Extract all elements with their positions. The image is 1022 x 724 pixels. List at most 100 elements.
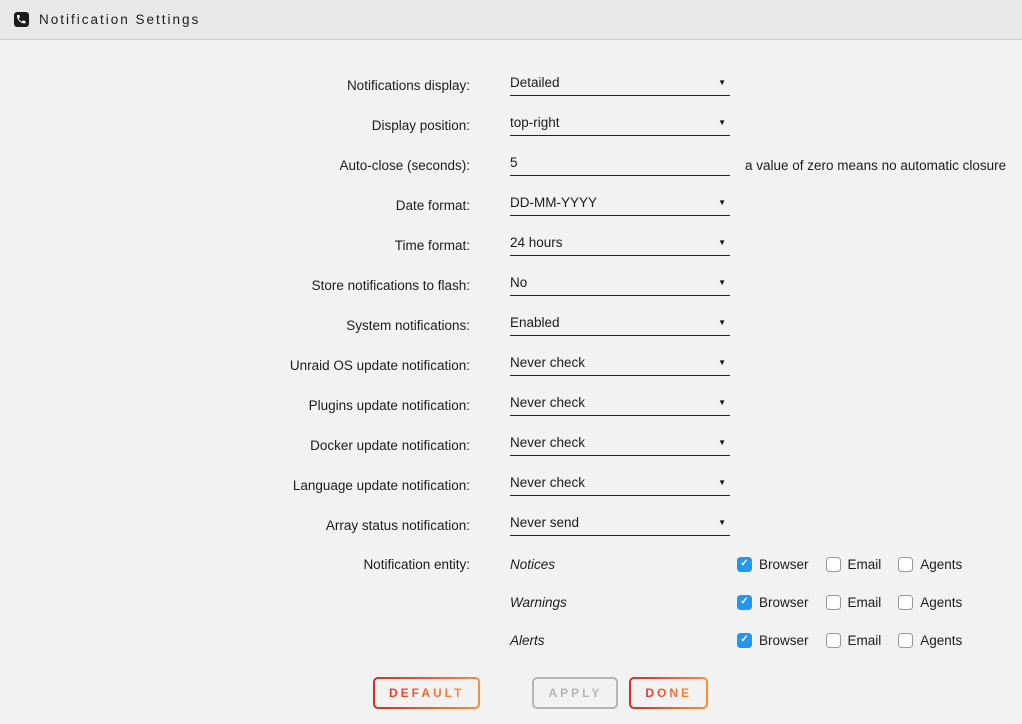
dropdown-arrow-icon: ▼ bbox=[718, 438, 726, 447]
checkbox-item: ✓ Browser bbox=[737, 557, 809, 572]
array-status-select[interactable]: Never send ▼ bbox=[510, 515, 730, 536]
alerts-checkbox-group: ✓ Browser ✓ Email ✓ Agents bbox=[737, 633, 962, 648]
checkbox-label: Agents bbox=[920, 633, 962, 648]
auto-close-help-text: a value of zero means no automatic closu… bbox=[745, 158, 1006, 173]
warnings-email-checkbox[interactable]: ✓ bbox=[826, 595, 841, 610]
date-format-select[interactable]: DD-MM-YYYY ▼ bbox=[510, 195, 730, 216]
alerts-email-checkbox[interactable]: ✓ bbox=[826, 633, 841, 648]
apply-button[interactable]: APPLY bbox=[532, 677, 618, 709]
entity-name: Notices bbox=[510, 557, 737, 572]
notices-email-checkbox[interactable]: ✓ bbox=[826, 557, 841, 572]
notices-browser-checkbox[interactable]: ✓ bbox=[737, 557, 752, 572]
row-docker-update-notification: Docker update notification: Never check … bbox=[0, 425, 1022, 465]
checkbox-item: ✓ Email bbox=[826, 633, 882, 648]
checkbox-label: Agents bbox=[920, 557, 962, 572]
checkbox-item: ✓ Browser bbox=[737, 633, 809, 648]
field-label: Unraid OS update notification: bbox=[0, 358, 470, 373]
warnings-browser-checkbox[interactable]: ✓ bbox=[737, 595, 752, 610]
store-to-flash-select[interactable]: No ▼ bbox=[510, 275, 730, 296]
dropdown-arrow-icon: ▼ bbox=[718, 318, 726, 327]
page-title: Notification Settings bbox=[39, 12, 200, 27]
done-button[interactable]: DONE bbox=[629, 677, 708, 709]
checkbox-label: Email bbox=[848, 633, 882, 648]
row-notifications-display: Notifications display: Detailed ▼ bbox=[0, 65, 1022, 105]
system-notifications-select[interactable]: Enabled ▼ bbox=[510, 315, 730, 336]
checkmark-icon: ✓ bbox=[740, 597, 748, 607]
checkbox-item: ✓ Agents bbox=[898, 595, 962, 610]
dropdown-arrow-icon: ▼ bbox=[718, 478, 726, 487]
dropdown-arrow-icon: ▼ bbox=[718, 198, 726, 207]
row-display-position: Display position: top-right ▼ bbox=[0, 105, 1022, 145]
select-value: 24 hours bbox=[510, 235, 563, 250]
checkbox-label: Browser bbox=[759, 595, 809, 610]
os-update-select[interactable]: Never check ▼ bbox=[510, 355, 730, 376]
field-label: Display position: bbox=[0, 118, 470, 133]
row-date-format: Date format: DD-MM-YYYY ▼ bbox=[0, 185, 1022, 225]
checkbox-label: Email bbox=[848, 595, 882, 610]
warnings-checkbox-group: ✓ Browser ✓ Email ✓ Agents bbox=[737, 595, 962, 610]
checkbox-item: ✓ Agents bbox=[898, 557, 962, 572]
dropdown-arrow-icon: ▼ bbox=[718, 238, 726, 247]
checkbox-label: Email bbox=[848, 557, 882, 572]
select-value: Never check bbox=[510, 475, 585, 490]
field-label: Notification entity: bbox=[0, 557, 470, 572]
alerts-agents-checkbox[interactable]: ✓ bbox=[898, 633, 913, 648]
field-label: Docker update notification: bbox=[0, 438, 470, 453]
field-label: Notifications display: bbox=[0, 78, 470, 93]
page-header: Notification Settings bbox=[0, 0, 1022, 40]
field-label: Array status notification: bbox=[0, 518, 470, 533]
alerts-browser-checkbox[interactable]: ✓ bbox=[737, 633, 752, 648]
warnings-agents-checkbox[interactable]: ✓ bbox=[898, 595, 913, 610]
row-system-notifications: System notifications: Enabled ▼ bbox=[0, 305, 1022, 345]
field-label: Auto-close (seconds): bbox=[0, 158, 470, 173]
field-label: Store notifications to flash: bbox=[0, 278, 470, 293]
entity-name: Warnings bbox=[510, 595, 737, 610]
checkbox-item: ✓ Agents bbox=[898, 633, 962, 648]
auto-close-input[interactable] bbox=[510, 155, 730, 176]
select-value: Never send bbox=[510, 515, 579, 530]
entity-row-notices: Notification entity: Notices ✓ Browser ✓… bbox=[0, 545, 1022, 583]
entity-name: Alerts bbox=[510, 633, 737, 648]
row-time-format: Time format: 24 hours ▼ bbox=[0, 225, 1022, 265]
checkbox-item: ✓ Email bbox=[826, 557, 882, 572]
select-value: Detailed bbox=[510, 75, 560, 90]
notices-agents-checkbox[interactable]: ✓ bbox=[898, 557, 913, 572]
default-button[interactable]: DEFAULT bbox=[373, 677, 480, 709]
dropdown-arrow-icon: ▼ bbox=[718, 78, 726, 87]
select-value: Never check bbox=[510, 355, 585, 370]
row-auto-close: Auto-close (seconds): a value of zero me… bbox=[0, 145, 1022, 185]
select-value: DD-MM-YYYY bbox=[510, 195, 597, 210]
select-value: Enabled bbox=[510, 315, 560, 330]
docker-update-select[interactable]: Never check ▼ bbox=[510, 435, 730, 456]
row-os-update-notification: Unraid OS update notification: Never che… bbox=[0, 345, 1022, 385]
display-position-select[interactable]: top-right ▼ bbox=[510, 115, 730, 136]
select-value: top-right bbox=[510, 115, 560, 130]
plugins-update-select[interactable]: Never check ▼ bbox=[510, 395, 730, 416]
row-array-status-notification: Array status notification: Never send ▼ bbox=[0, 505, 1022, 545]
button-row: DEFAULT APPLY DONE bbox=[0, 677, 1022, 709]
notifications-display-select[interactable]: Detailed ▼ bbox=[510, 75, 730, 96]
time-format-select[interactable]: 24 hours ▼ bbox=[510, 235, 730, 256]
dropdown-arrow-icon: ▼ bbox=[718, 358, 726, 367]
dropdown-arrow-icon: ▼ bbox=[718, 518, 726, 527]
checkbox-item: ✓ Email bbox=[826, 595, 882, 610]
language-update-select[interactable]: Never check ▼ bbox=[510, 475, 730, 496]
select-value: Never check bbox=[510, 435, 585, 450]
row-store-to-flash: Store notifications to flash: No ▼ bbox=[0, 265, 1022, 305]
checkmark-icon: ✓ bbox=[740, 635, 748, 645]
phone-square-icon bbox=[14, 12, 29, 27]
settings-form: Notifications display: Detailed ▼ Displa… bbox=[0, 40, 1022, 709]
dropdown-arrow-icon: ▼ bbox=[718, 398, 726, 407]
entity-row-warnings: Warnings ✓ Browser ✓ Email ✓ Agents bbox=[0, 583, 1022, 621]
field-label: System notifications: bbox=[0, 318, 470, 333]
checkbox-label: Browser bbox=[759, 633, 809, 648]
checkbox-label: Browser bbox=[759, 557, 809, 572]
field-label: Language update notification: bbox=[0, 478, 470, 493]
row-plugins-update-notification: Plugins update notification: Never check… bbox=[0, 385, 1022, 425]
checkbox-item: ✓ Browser bbox=[737, 595, 809, 610]
entity-row-alerts: Alerts ✓ Browser ✓ Email ✓ Agents bbox=[0, 621, 1022, 659]
checkmark-icon: ✓ bbox=[740, 559, 748, 569]
field-label: Time format: bbox=[0, 238, 470, 253]
checkbox-label: Agents bbox=[920, 595, 962, 610]
notices-checkbox-group: ✓ Browser ✓ Email ✓ Agents bbox=[737, 557, 962, 572]
